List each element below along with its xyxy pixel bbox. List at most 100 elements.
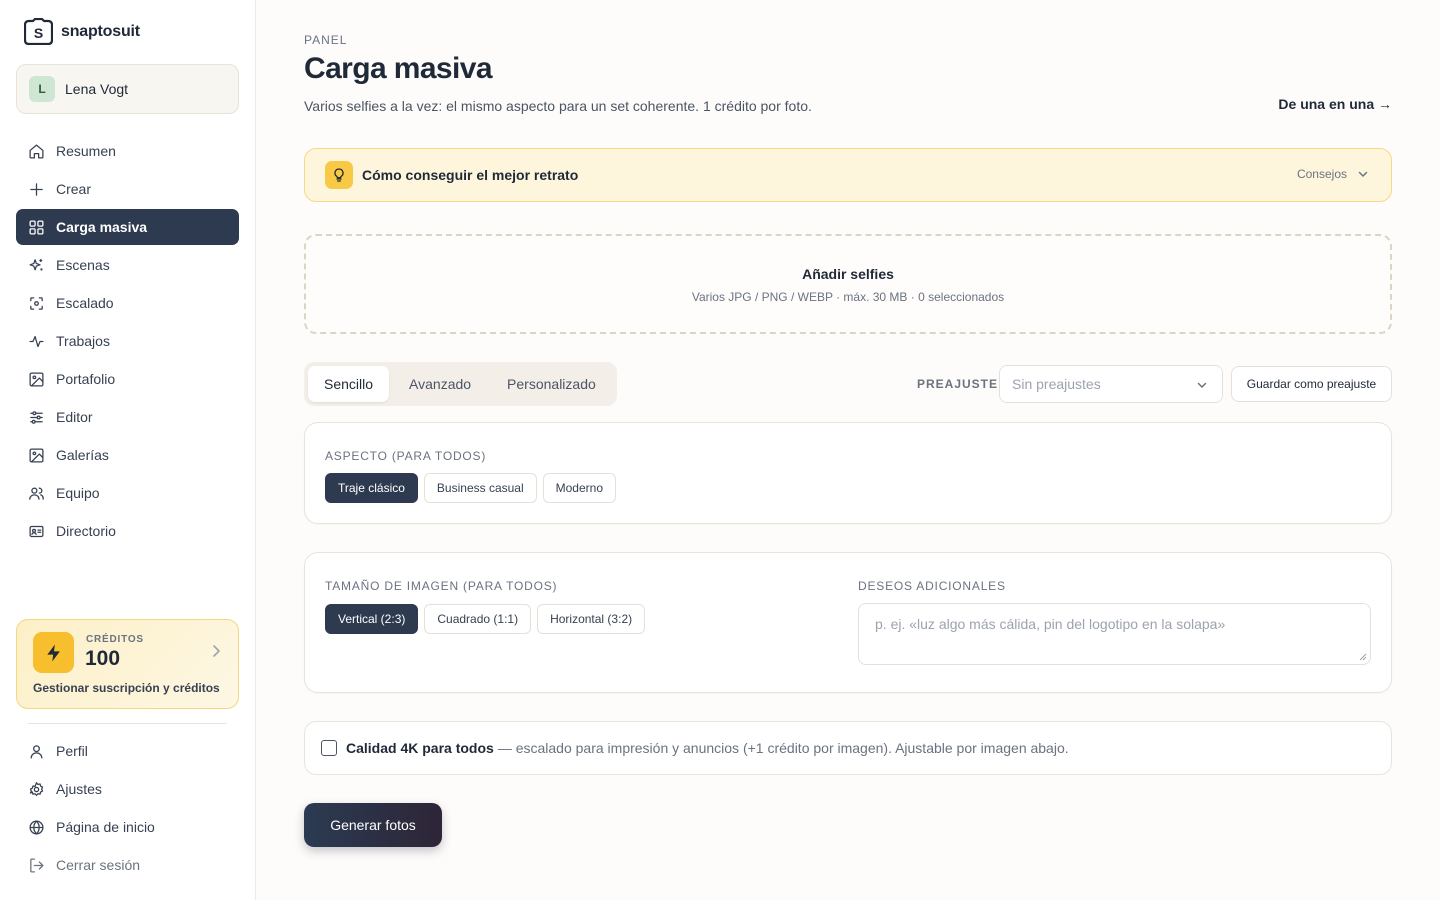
quality-4k-checkbox[interactable]: [321, 740, 337, 756]
sidebar-item-label: Resumen: [56, 143, 116, 159]
sidebar-item-equipo[interactable]: Equipo: [16, 475, 239, 511]
tab-personalizado[interactable]: Personalizado: [491, 366, 612, 402]
size-option-cuadrado[interactable]: Cuadrado (1:1): [424, 604, 532, 634]
one-by-one-link[interactable]: De una en una →: [1278, 96, 1392, 112]
preset-select[interactable]: Sin preajustes: [999, 365, 1223, 403]
sidebar-item-label: Crear: [56, 181, 92, 197]
sidebar-divider: [28, 723, 227, 724]
credits-label: CRÉDITOS: [86, 634, 144, 645]
gallery-icon: [29, 447, 44, 463]
sidebar-item-label: Portafolio: [56, 371, 116, 387]
logout-icon: [30, 857, 44, 873]
tips-title: Cómo conseguir el mejor retrato: [362, 167, 579, 183]
bolt-icon-box: [33, 632, 74, 673]
generate-photos-button[interactable]: Generar fotos: [304, 803, 442, 847]
sidebar-item-portafolio[interactable]: Portafolio: [16, 361, 239, 397]
sidebar-item-label: Directorio: [56, 523, 116, 539]
dropzone-title: Añadir selfies: [802, 266, 894, 282]
main-nav: Resumen Crear Carga masiva Escenas Escal…: [16, 133, 239, 551]
size-card: TAMAÑO DE IMAGEN (PARA TODOS) Vertical (…: [304, 552, 1392, 693]
size-option-vertical[interactable]: Vertical (2:3): [325, 604, 419, 634]
tab-avanzado[interactable]: Avanzado: [393, 366, 487, 402]
page-eyebrow: PANEL: [304, 33, 348, 47]
sidebar-item-label: Ajustes: [56, 781, 102, 797]
tips-banner[interactable]: Cómo conseguir el mejor retrato Consejos: [304, 148, 1392, 202]
sidebar-item-cerrar-sesion[interactable]: Cerrar sesión: [16, 847, 239, 883]
dropzone-subtitle: Varios JPG / PNG / WEBP · máx. 30 MB · 0…: [691, 290, 1005, 304]
user-icon: [30, 744, 43, 759]
selfie-dropzone[interactable]: Añadir selfies Varios JPG / PNG / WEBP ·…: [304, 234, 1392, 334]
gear-icon: [29, 781, 44, 796]
sparkles-icon: [29, 258, 43, 270]
sidebar-item-editor[interactable]: Editor: [16, 399, 239, 435]
chevron-right-icon: [213, 645, 220, 657]
mode-tabs: Sencillo Avanzado Personalizado: [304, 362, 617, 406]
grid-icon: [29, 219, 44, 235]
sidebar-item-ajustes[interactable]: Ajustes: [16, 771, 239, 807]
quality-4k-row: Calidad 4K para todos — escalado para im…: [304, 721, 1392, 775]
sidebar-item-label: Editor: [56, 409, 93, 425]
user-card[interactable]: L Lena Vogt: [16, 64, 239, 114]
scan-icon: [30, 296, 43, 310]
aspect-option-moderno[interactable]: Moderno: [542, 473, 617, 503]
page-title: Carga masiva: [304, 52, 493, 85]
logo-icon: S: [24, 18, 53, 45]
save-preset-button[interactable]: Guardar como preajuste: [1231, 366, 1392, 402]
credits-card[interactable]: CRÉDITOS 100 Gestionar suscripción y cré…: [16, 619, 239, 709]
chevron-down-icon: [1358, 171, 1368, 177]
home-icon: [29, 143, 44, 159]
wishes-placeholder: p. ej. «luz algo más cálida, pin del log…: [875, 616, 1226, 632]
sidebar-item-carga-masiva[interactable]: Carga masiva: [16, 209, 239, 245]
secondary-nav: Perfil Ajustes Página de inicio Cerrar s…: [16, 733, 239, 885]
aspect-card: ASPECTO (PARA TODOS) Traje clásico Busin…: [304, 422, 1392, 524]
aspect-label: ASPECTO (PARA TODOS): [325, 449, 487, 463]
sidebar-item-trabajos[interactable]: Trabajos: [16, 323, 239, 359]
sidebar-item-perfil[interactable]: Perfil: [16, 733, 239, 769]
id-card-icon: [29, 525, 44, 537]
manage-credits-link[interactable]: Gestionar suscripción y créditos: [33, 681, 220, 695]
sidebar-item-label: Escenas: [56, 257, 110, 273]
preset-select-value: Sin preajustes: [1012, 376, 1101, 392]
resize-grip-icon[interactable]: [1359, 653, 1367, 661]
brand-name: snaptosuit: [61, 22, 140, 40]
sidebar-item-label: Trabajos: [56, 333, 110, 349]
svg-text:S: S: [34, 25, 43, 41]
wishes-textarea[interactable]: p. ej. «luz algo más cálida, pin del log…: [858, 603, 1371, 665]
tips-toggle-label: Consejos: [1296, 167, 1347, 181]
aspect-option-business-casual[interactable]: Business casual: [423, 473, 537, 503]
lightbulb-icon: [325, 161, 353, 189]
brand-logo[interactable]: S snaptosuit: [24, 18, 140, 45]
sidebar: S snaptosuit L Lena Vogt Resumen Crear C…: [0, 0, 256, 900]
credits-value: 100: [85, 647, 121, 670]
user-name: Lena Vogt: [65, 81, 129, 97]
sidebar-item-crear[interactable]: Crear: [16, 171, 239, 207]
sidebar-item-label: Cerrar sesión: [56, 857, 141, 873]
sidebar-item-resumen[interactable]: Resumen: [16, 133, 239, 169]
sidebar-item-label: Equipo: [56, 485, 100, 501]
aspect-option-traje-clasico[interactable]: Traje clásico: [325, 473, 418, 503]
plus-icon: [30, 182, 43, 196]
sidebar-item-escenas[interactable]: Escenas: [16, 247, 239, 283]
activity-icon: [29, 335, 44, 347]
quality-4k-description: — escalado para impresión y anuncios (+1…: [497, 740, 1069, 756]
tab-sencillo[interactable]: Sencillo: [308, 366, 390, 402]
globe-icon: [29, 819, 44, 835]
sidebar-item-galerias[interactable]: Galerías: [16, 437, 239, 473]
tips-toggle[interactable]: Consejos: [1297, 167, 1369, 181]
bolt-icon: [46, 644, 60, 661]
avatar: L: [29, 76, 55, 102]
chevron-down-icon: [1197, 382, 1207, 388]
sidebar-item-escalado[interactable]: Escalado: [16, 285, 239, 321]
sidebar-item-label: Galerías: [56, 447, 109, 463]
size-options: Vertical (2:3) Cuadrado (1:1) Horizontal…: [325, 604, 646, 634]
sidebar-item-label: Perfil: [56, 743, 88, 759]
sidebar-item-pagina-inicio[interactable]: Página de inicio: [16, 809, 239, 845]
sidebar-item-label: Escalado: [56, 295, 114, 311]
size-label: TAMAÑO DE IMAGEN (PARA TODOS): [325, 579, 558, 593]
quality-4k-title: Calidad 4K para todos: [346, 740, 494, 756]
size-option-horizontal[interactable]: Horizontal (3:2): [537, 604, 646, 634]
sliders-icon: [30, 410, 43, 424]
sidebar-item-directorio[interactable]: Directorio: [16, 513, 239, 549]
preset-label: PREAJUSTE: [917, 377, 999, 391]
page-subtitle: Varios selfies a la vez: el mismo aspect…: [304, 98, 812, 114]
